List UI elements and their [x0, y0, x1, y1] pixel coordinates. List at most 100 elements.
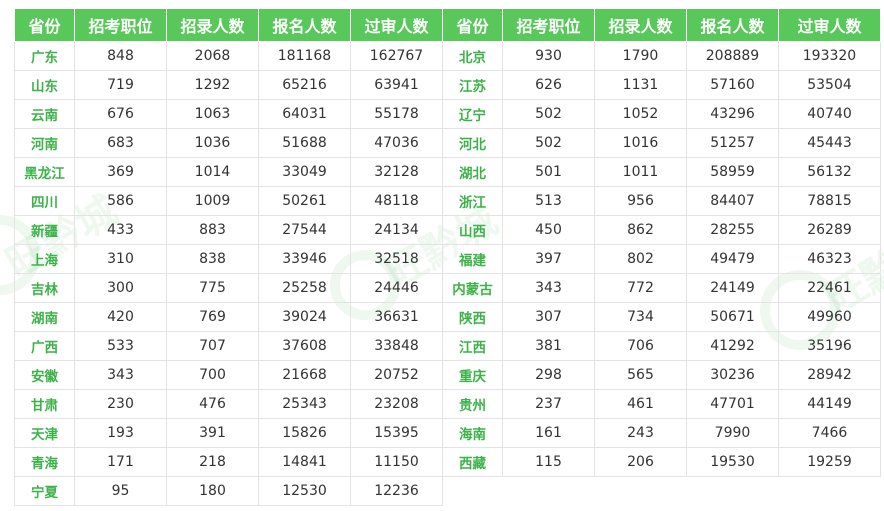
province-cell: 山西: [442, 215, 503, 245]
value-cell: 502: [502, 128, 595, 158]
value-cell: 162767: [350, 41, 443, 71]
value-cell: 533: [74, 331, 167, 361]
province-cell: 云南: [14, 99, 75, 129]
value-cell: 180: [166, 476, 259, 506]
column-header: 招考职位: [74, 8, 167, 42]
value-cell: 2068: [166, 41, 259, 71]
value-cell: 298: [502, 360, 595, 390]
value-cell: 626: [502, 70, 595, 100]
value-cell: 51688: [258, 128, 351, 158]
value-cell: 956: [594, 186, 687, 216]
value-cell: 47036: [350, 128, 443, 158]
value-cell: 63941: [350, 70, 443, 100]
value-cell: 1052: [594, 99, 687, 129]
recruitment-table: 省份 招考职位 招录人数 报名人数 过审人数 省份 招考职位 招录人数 报名人数 过审人数 广东 8…: [14, 8, 881, 506]
province-cell: 江苏: [442, 70, 503, 100]
value-cell: 33848: [350, 331, 443, 361]
province-cell: 辽宁: [442, 99, 503, 129]
value-cell: 1790: [594, 41, 687, 71]
province-cell: 福建: [442, 244, 503, 274]
value-cell: 27544: [258, 215, 351, 245]
value-cell: 15395: [350, 418, 443, 448]
value-cell: 25258: [258, 273, 351, 303]
value-cell: 30236: [686, 360, 779, 390]
value-cell: 78815: [778, 186, 881, 216]
province-cell: 山东: [14, 70, 75, 100]
value-cell: 14841: [258, 447, 351, 477]
value-cell: 7466: [778, 418, 881, 448]
value-cell: 84407: [686, 186, 779, 216]
value-cell: 230: [74, 389, 167, 419]
province-cell: 贵州: [442, 389, 503, 419]
column-header: 省份: [14, 8, 75, 42]
value-cell: 676: [74, 99, 167, 129]
province-cell: 湖北: [442, 157, 503, 187]
value-cell: 58959: [686, 157, 779, 187]
value-cell: 1014: [166, 157, 259, 187]
value-cell: 838: [166, 244, 259, 274]
table-body: 广东 848 2068 181168 162767 北京 930 1790 208889 1933…: [14, 41, 881, 506]
table-row: 湖南 420 769 39024 36631 陕西 307 734 50671 49960: [14, 302, 881, 332]
value-cell: 55178: [350, 99, 443, 129]
value-cell: 21668: [258, 360, 351, 390]
province-cell: 北京: [442, 41, 503, 71]
table-row: 安徽 343 700 21668 20752 重庆 298 565 30236 28942: [14, 360, 881, 390]
province-cell: 上海: [14, 244, 75, 274]
value-cell: 19530: [686, 447, 779, 477]
province-cell: 安徽: [14, 360, 75, 390]
value-cell: 310: [74, 244, 167, 274]
value-cell: 300: [74, 273, 167, 303]
table-row: 甘肃 230 476 25343 23208 贵州 237 461 47701 44149: [14, 389, 881, 419]
value-cell: 1063: [166, 99, 259, 129]
value-cell: 36631: [350, 302, 443, 332]
value-cell: 51257: [686, 128, 779, 158]
column-header: 报名人数: [258, 8, 351, 42]
province-cell: 湖南: [14, 302, 75, 332]
value-cell: 450: [502, 215, 595, 245]
value-cell: 32518: [350, 244, 443, 274]
value-cell: 57160: [686, 70, 779, 100]
value-cell: 1016: [594, 128, 687, 158]
table-container: 省份 招考职位 招录人数 报名人数 过审人数 省份 招考职位 招录人数 报名人数 过审人数 广东 8…: [14, 8, 881, 506]
table-row: 吉林 300 775 25258 24446 内蒙古 343 772 24149 22461: [14, 273, 881, 303]
value-cell: 930: [502, 41, 595, 71]
table-row: 新疆 433 883 27544 24134 山西 450 862 28255 26289: [14, 215, 881, 245]
table-row: 广西 533 707 37608 33848 江西 381 706 41292 35196: [14, 331, 881, 361]
value-cell: 26289: [778, 215, 881, 245]
value-cell: 41292: [686, 331, 779, 361]
value-cell: 343: [502, 273, 595, 303]
value-cell: 181168: [258, 41, 351, 71]
value-cell: 28942: [778, 360, 881, 390]
value-cell: 218: [166, 447, 259, 477]
column-header: 报名人数: [686, 8, 779, 42]
value-cell: 307: [502, 302, 595, 332]
value-cell: 20752: [350, 360, 443, 390]
value-cell: 769: [166, 302, 259, 332]
value-cell: 193320: [778, 41, 881, 71]
value-cell: 243: [594, 418, 687, 448]
value-cell: 161: [502, 418, 595, 448]
table-row: 天津 193 391 15826 15395 海南 161 243 7990 7466: [14, 418, 881, 448]
table-row: 青海 171 218 14841 11150 西藏 115 206 19530 19259: [14, 447, 881, 477]
province-cell: 浙江: [442, 186, 503, 216]
value-cell: 397: [502, 244, 595, 274]
province-cell: 吉林: [14, 273, 75, 303]
column-header: 过审人数: [778, 8, 881, 42]
value-cell: 391: [166, 418, 259, 448]
value-cell: 343: [74, 360, 167, 390]
value-cell: 46323: [778, 244, 881, 274]
value-cell: 95: [74, 476, 167, 506]
value-cell: 461: [594, 389, 687, 419]
column-header: 招录人数: [166, 8, 259, 42]
value-cell: 883: [166, 215, 259, 245]
value-cell: 369: [74, 157, 167, 187]
province-cell: 广东: [14, 41, 75, 71]
province-cell: 内蒙古: [442, 273, 503, 303]
empty-cell: [595, 477, 687, 506]
value-cell: 683: [74, 128, 167, 158]
value-cell: 476: [166, 389, 259, 419]
value-cell: 50261: [258, 186, 351, 216]
column-header: 省份: [442, 8, 503, 42]
value-cell: 39024: [258, 302, 351, 332]
value-cell: 433: [74, 215, 167, 245]
